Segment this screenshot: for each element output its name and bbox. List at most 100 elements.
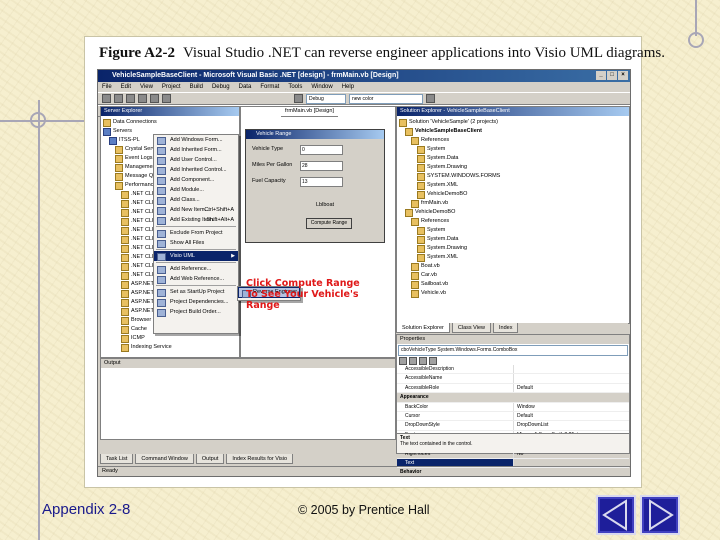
project-menu-item[interactable]: Project Build Order... [154,307,238,317]
tab-frmmain-design[interactable]: frmMain.vb [Design] [281,107,338,117]
project-menu-item[interactable]: Add Windows Form... [154,135,238,145]
tree-item[interactable]: Data Connections [103,118,239,127]
solution-item[interactable]: VehicleSampleBaseClient [399,127,629,136]
solution-item[interactable]: System [399,145,629,154]
property-value[interactable]: Window [514,403,629,411]
property-value[interactable] [514,374,629,382]
project-menu-item[interactable]: Add Reference... [154,264,238,274]
solution-item[interactable]: System.XML [399,253,629,262]
tab-class-view[interactable]: Class View [451,323,491,333]
solution-item[interactable]: SYSTEM.WINDOWS.FORMS [399,172,629,181]
cut-icon[interactable] [138,94,147,103]
start-icon[interactable] [294,94,303,103]
next-slide-button[interactable] [640,495,680,535]
property-value[interactable]: Default [514,384,629,392]
copy-icon[interactable] [150,94,159,103]
menu-tools[interactable]: Tools [288,82,302,92]
solution-item[interactable]: Car.vb [399,271,629,280]
tab-index[interactable]: Index [493,323,519,333]
project-menu-item[interactable]: Add Existing Item... Shift+Alt+A [154,215,238,225]
open-icon[interactable] [114,94,123,103]
solution-item[interactable]: Solution 'VehicleSample' (2 projects) [399,118,629,127]
object-selector[interactable]: cboVehicleType System.Windows.Forms.Comb… [398,345,628,356]
solution-item[interactable]: System.Drawing [399,163,629,172]
folder-icon [121,325,129,334]
property-category[interactable]: Appearance [397,393,629,403]
folder-icon [121,307,129,316]
save-icon[interactable] [126,94,135,103]
property-row[interactable]: AccessibleDescription [397,365,629,375]
menu-debug[interactable]: Debug [212,82,230,92]
solution-item[interactable]: VehicleDemoBO [399,208,629,217]
properties-icon[interactable] [419,357,427,365]
vehicle-type-combo[interactable]: 0 [300,145,343,155]
tab-solution-explorer[interactable]: Solution Explorer [396,323,450,333]
solution-item[interactable]: References [399,136,629,145]
paste-icon[interactable] [162,94,171,103]
project-menu-item[interactable]: Add Inherited Form... [154,145,238,155]
find-combo[interactable]: new color [349,93,423,104]
form-title: Vehicle Range [246,130,384,139]
tab-index-results-for-visio[interactable]: Index Results for Visio [226,454,294,464]
project-menu-item[interactable]: Add User Control... [154,155,238,165]
tree-item[interactable]: Indexing Service [103,343,239,352]
close-icon[interactable]: × [618,71,628,80]
tab-task-list[interactable]: Task List [100,454,134,464]
boat-checkbox-label[interactable]: Lblboat [316,202,334,208]
menu-edit[interactable]: Edit [121,82,131,92]
solution-item[interactable]: Boat.vb [399,262,629,271]
menu-project[interactable]: Project [162,82,181,92]
solution-item[interactable]: frmMain.vb [399,199,629,208]
property-value[interactable]: DropDownList [514,421,629,429]
property-value[interactable]: Default [514,412,629,420]
menu-file[interactable]: File [102,82,112,92]
solution-item[interactable]: System.Data [399,154,629,163]
minimize-button[interactable]: _ [596,71,606,80]
project-menu-item[interactable]: Add Module... [154,185,238,195]
solution-item[interactable]: System.Drawing [399,244,629,253]
project-menu-item[interactable]: Add Inherited Control... [154,165,238,175]
property-value[interactable] [514,365,629,373]
menu-build[interactable]: Build [190,82,203,92]
previous-slide-button[interactable] [596,495,636,535]
project-menu-item[interactable]: Add Component... [154,175,238,185]
tree-item[interactable]: ICMP [103,334,239,343]
menu-help[interactable]: Help [342,82,354,92]
events-icon[interactable] [429,357,437,365]
solution-item[interactable]: System.Data [399,235,629,244]
tab-command-window[interactable]: Command Window [135,454,194,464]
project-menu-item[interactable]: Visio UML [154,251,238,261]
maximize-button[interactable]: □ [607,71,617,80]
alphabetical-icon[interactable] [409,357,417,365]
project-menu-item[interactable]: Add New Item... Ctrl+Shift+A [154,205,238,215]
menu-view[interactable]: View [140,82,153,92]
menu-format[interactable]: Format [260,82,279,92]
property-row[interactable]: AccessibleRole Default [397,383,629,394]
project-menu-item[interactable]: Exclude From Project [154,228,238,238]
mpg-input[interactable]: 28 [300,161,343,171]
menu-data[interactable]: Data [239,82,252,92]
find-icon[interactable] [426,94,435,103]
project-menu-item[interactable]: Add Class... [154,195,238,205]
solution-item[interactable]: System.XML [399,181,629,190]
project-menu-item[interactable]: Project Dependencies... [154,297,238,307]
solution-item[interactable]: VehicleDemoBO [399,190,629,199]
categorized-icon[interactable] [399,357,407,365]
new-project-icon[interactable] [102,94,111,103]
solution-item[interactable]: Sailboat.vb [399,280,629,289]
project-menu-item[interactable]: Show All Files [154,238,238,248]
property-row[interactable]: Cursor Default [397,411,629,422]
solution-item[interactable]: System [399,226,629,235]
solution-item[interactable]: References [399,217,629,226]
fuel-capacity-input[interactable]: 13 [300,177,343,187]
solution-config-combo[interactable]: Debug [306,93,346,104]
property-row[interactable]: DropDownStyle DropDownList [397,421,629,431]
property-row[interactable]: AccessibleName [397,374,629,384]
solution-item[interactable]: Vehicle.vb [399,289,629,298]
property-row[interactable]: BackColor Window [397,402,629,412]
project-menu-item[interactable]: Add Web Reference... [154,274,238,284]
compute-range-button[interactable]: Compute Range [306,218,352,229]
project-menu-item[interactable]: Set as StartUp Project [154,287,238,297]
tab-output[interactable]: Output [195,454,225,464]
menu-window[interactable]: Window [311,82,332,92]
